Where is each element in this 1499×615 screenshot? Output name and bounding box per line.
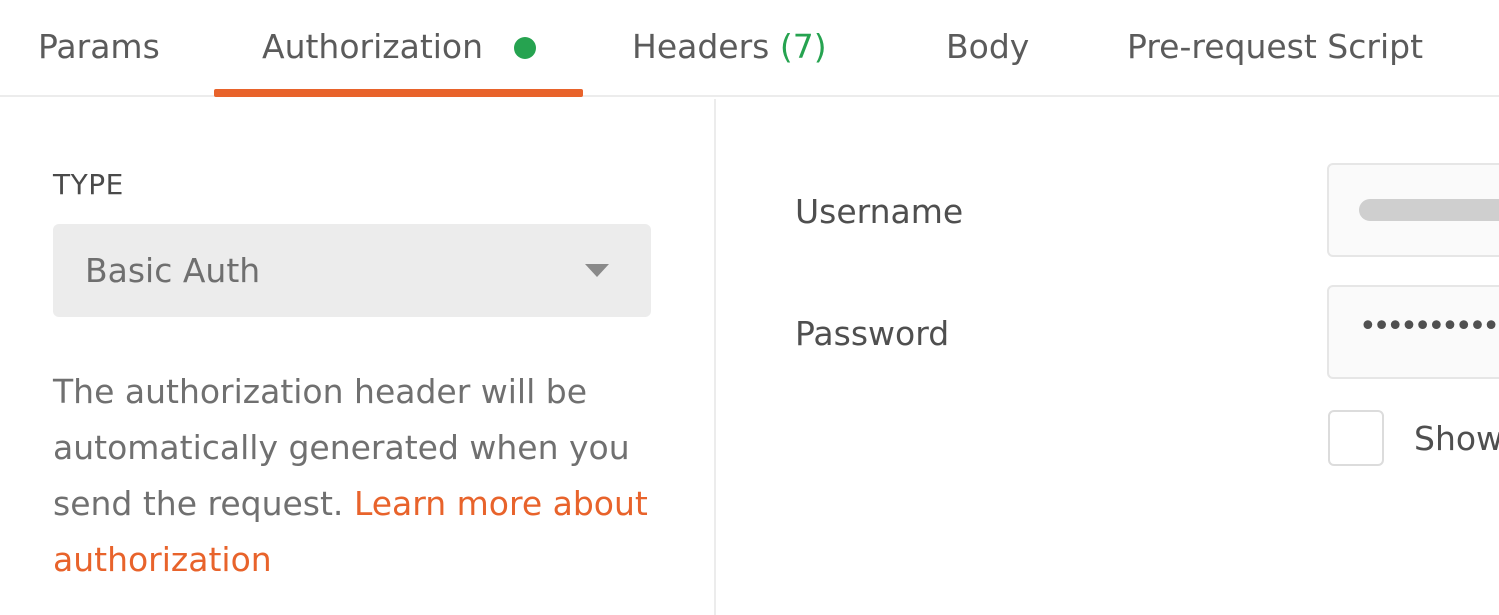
tab-body-label: Body [946,27,1030,66]
headers-count-badge: (7) [779,27,827,66]
tab-authorization[interactable]: Authorization [262,22,483,72]
panel-divider [714,99,716,615]
tab-headers[interactable]: Headers (7) [632,22,827,72]
authorization-panel: Params Authorization Headers (7) Body Pr… [0,0,1499,615]
show-password-label: Show [1414,419,1499,458]
tab-authorization-label: Authorization [262,27,484,66]
tab-headers-label: Headers [632,27,770,66]
active-tab-indicator [214,89,583,97]
auth-type-select[interactable]: Basic Auth [53,224,651,317]
tab-params[interactable]: Params [38,22,160,72]
status-dot-icon [514,37,536,59]
request-tabs: Params Authorization Headers (7) Body Pr… [0,0,1499,97]
username-label: Username [795,192,964,231]
password-field[interactable]: •••••••••••• [1327,285,1499,379]
username-redacted-value [1359,199,1499,221]
chevron-down-icon[interactable] [585,264,609,277]
auth-type-value: Basic Auth [85,251,261,290]
password-masked-value: •••••••••••• [1359,309,1499,344]
type-heading: TYPE [53,168,124,201]
tab-pre-request-script-label: Pre-request Script [1127,27,1424,66]
tab-body[interactable]: Body [946,22,1029,72]
tab-pre-request-script[interactable]: Pre-request Script [1127,22,1423,72]
show-password-checkbox[interactable] [1328,410,1384,466]
auth-description: The authorization header will be automat… [53,364,693,588]
tab-params-label: Params [38,27,160,66]
username-field[interactable] [1327,163,1499,257]
password-label: Password [795,314,950,353]
